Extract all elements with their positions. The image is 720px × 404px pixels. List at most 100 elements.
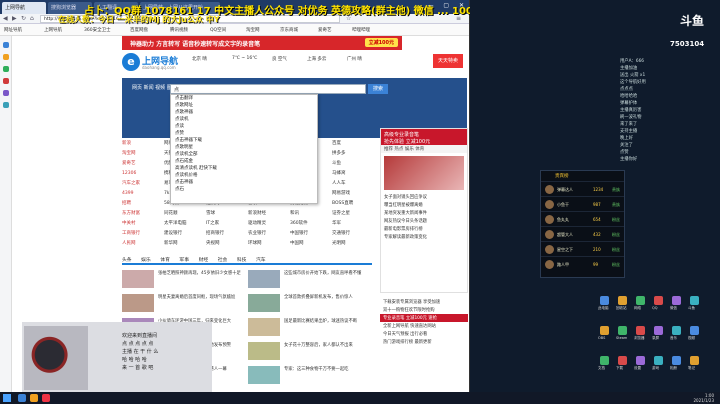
refresh-icon[interactable]: ↻ [21,15,26,22]
site-link[interactable]: 360软件 [290,220,332,226]
suggestion-item[interactable]: 点击神器下载 [171,137,317,144]
site-link[interactable]: 拼多多 [332,150,374,156]
game-icon[interactable] [3,90,9,96]
site-link[interactable]: 建设银行 [164,230,206,236]
suggestion-item[interactable]: 点歌明星 [171,144,317,151]
ad-link[interactable]: 某地突发重大新闻事件 [381,209,467,217]
back-icon[interactable]: ◀ [3,15,8,22]
search-input[interactable]: 点 [170,84,366,94]
suggestion-item[interactable]: 点石成金 [171,158,317,165]
home-icon[interactable]: ⌂ [30,15,34,22]
desktop-app-icon[interactable] [654,326,663,335]
menu-icon[interactable]: ≡ [456,15,461,22]
site-link[interactable]: 农业银行 [248,230,290,236]
star-icon[interactable]: ☆ [346,15,351,22]
ad-link[interactable]: 女子面对镜头回应争议 [381,193,467,201]
desktop-app-icon[interactable] [654,356,663,365]
right-list-item[interactable]: 下载安装专属浏览器 享受加速 [380,298,468,306]
bookmark-item[interactable]: 京东商城 [280,27,298,33]
tab-daohang[interactable]: 上网导航 [2,2,46,14]
desktop-app-icon[interactable] [618,326,627,335]
desktop-app-icon[interactable] [672,356,681,365]
weather-city[interactable]: 上海 多云 [307,56,326,62]
gift-row[interactable]: 星空之下 210 粉丝 [541,241,624,256]
suggestion-item[interactable]: 高清点读机 赶快下载 [171,165,317,172]
news-thumbnail[interactable] [248,366,280,384]
download-icon[interactable] [3,66,9,72]
news-tab[interactable]: 科技 [237,258,247,263]
browser-icon[interactable] [18,394,26,402]
news-headline[interactable]: 全球首款折叠屏新机发布，售价惊人 [284,295,370,301]
suggestion-item[interactable]: 点石 [171,186,317,193]
news-thumbnail[interactable] [248,270,280,288]
news-item[interactable]: 张柏芝晒照神颜再现，45岁依旧少女感十足 这些城市房价开始下跌，网友直呼看不懂 [122,268,372,290]
site-link[interactable]: BOSS直聘 [332,200,374,206]
site-link[interactable]: 12306 [122,171,164,176]
site-link[interactable]: 人民网 [122,240,164,246]
sale-badge[interactable]: 天天特卖 [433,54,463,68]
gift-rank-panel[interactable]: 贵宾榜 弹幕达人 1234 贵族 小鱼干 987 贵族 鱼丸丸 654 粉丝 超管大人 432 粉丝星… [540,170,625,278]
suggestion-item[interactable]: 点赞 [171,130,317,137]
site-link[interactable]: 同花顺 [164,210,206,216]
site-link[interactable]: 环球网 [248,240,290,246]
news-item[interactable]: 明星夫妻离婚后首度同框，现场气氛尴尬 全球首款折叠屏新机发布，售价惊人 [122,292,372,314]
suggestion-item[interactable]: 点击神器 [171,179,317,186]
site-link[interactable]: 华军 [332,220,374,226]
site-link[interactable]: 人人车 [332,180,374,186]
site-link[interactable]: IT之家 [206,220,248,226]
site-link[interactable]: 4399 [122,191,164,196]
site-link[interactable]: 网易游戏 [332,190,374,196]
desktop-app-icon[interactable] [690,296,699,305]
bookmark-item[interactable]: 上网导航 [44,27,62,33]
right-list-item[interactable]: 双十一购物狂欢节限时抢购 [380,306,468,314]
site-link[interactable]: 证券之星 [332,210,374,216]
ad-link[interactable]: 曝当红明星被爆离婚 [381,201,467,209]
bookmark-item[interactable]: 百度网盘 [130,27,148,33]
site-link[interactable]: 招聘 [122,200,164,206]
desktop-app-icon[interactable] [600,356,609,365]
bookmark-item[interactable]: 腾讯视频 [170,27,188,33]
site-link[interactable]: 央视网 [206,240,248,246]
site-link[interactable]: 工商银行 [122,230,164,236]
site-link[interactable]: 百度 [332,140,374,146]
gift-row[interactable]: 鱼丸丸 654 粉丝 [541,211,624,226]
site-link[interactable]: 淘宝网 [122,150,164,156]
desktop-app-icon[interactable] [636,296,645,305]
news-thumbnail[interactable] [248,342,280,360]
forward-icon[interactable]: ▶ [12,15,17,22]
desktop-app-icon[interactable] [600,326,609,335]
ad-link[interactable]: 网友热议今日头条话题 [381,217,467,225]
mail-icon[interactable] [3,102,9,108]
desktop-app-icon[interactable] [690,326,699,335]
bookmark-item[interactable]: QQ空间 [210,27,226,33]
news-headline[interactable]: 这些城市房价开始下跌，网友直呼看不懂 [284,271,370,277]
site-link[interactable]: 汽车之家 [122,180,164,186]
bookmark-item[interactable]: 爱奇艺 [318,27,332,33]
weather-city[interactable]: 广州 晴 [347,56,362,62]
clock[interactable]: 1:00 2021/1/23 [693,393,714,403]
site-link[interactable]: 东方财富 [122,210,164,216]
video-icon[interactable] [3,78,9,84]
start-icon[interactable] [3,394,11,402]
site-link[interactable]: 中国网 [290,240,332,246]
logo-icon[interactable]: e [122,53,140,71]
gift-row[interactable]: 小鱼干 987 贵族 [541,196,624,211]
url-input[interactable]: http://www.2345.com/?k91263163 [40,15,340,23]
site-link[interactable]: 招商银行 [206,230,248,236]
news-tab[interactable]: 社会 [218,258,228,263]
desktop-app-icon[interactable] [672,326,681,335]
right-list-item[interactable]: 热门游戏排行榜 最新更新 [380,338,468,346]
news-tab[interactable]: 娱乐 [141,258,151,263]
site-link[interactable]: 交通银行 [332,230,374,236]
tab-sogou[interactable]: 搜狗浏览器 [48,2,92,14]
news-thumbnail[interactable] [122,270,154,288]
desktop-app-icon[interactable] [618,356,627,365]
suggestion-item[interactable]: 点击翻译 [171,95,317,102]
suggestion-item[interactable]: 点读机价格 [171,172,317,179]
bookmark-item[interactable]: 哔哩哔哩 [352,27,370,33]
suggestion-item[interactable]: 点读 [171,123,317,130]
desktop-app-icon[interactable] [654,296,663,305]
right-list-item[interactable]: 专业录音笔 立减100元 速抢 [380,314,468,322]
desktop-app-icon[interactable] [672,296,681,305]
news-headline[interactable]: 明星夫妻离婚后首度同框，现场气氛尴尬 [158,295,242,301]
